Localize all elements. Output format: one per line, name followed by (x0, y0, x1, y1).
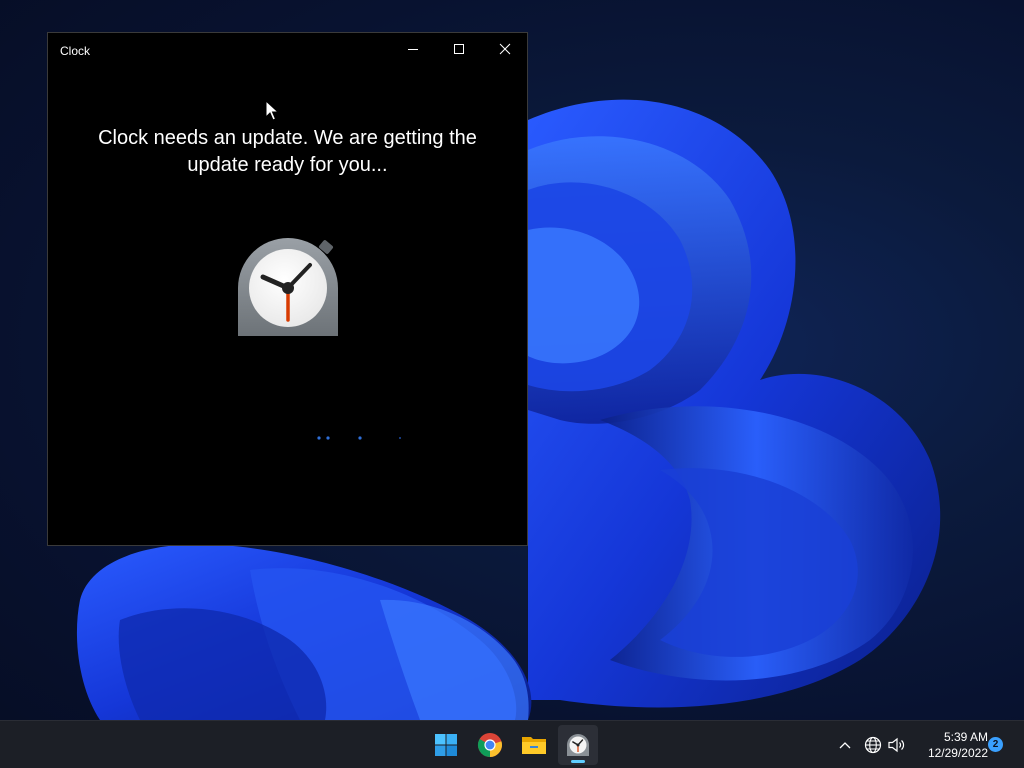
minimize-icon (408, 49, 418, 50)
title-bar[interactable]: Clock (48, 33, 527, 67)
taskbar-clock[interactable] (558, 725, 598, 765)
close-button[interactable] (482, 33, 528, 65)
start-button[interactable] (426, 725, 466, 765)
show-hidden-icons-button[interactable] (834, 733, 856, 757)
date-label: 12/29/2022 (927, 746, 988, 760)
folder-icon (522, 737, 546, 754)
globe-icon (864, 736, 882, 754)
clock-window[interactable]: Clock Clock needs an update. We are gett… (47, 32, 528, 546)
close-icon (499, 43, 511, 55)
network-button[interactable] (862, 733, 884, 757)
time-label: 5:39 AM (943, 730, 988, 744)
progress-dot (326, 436, 330, 440)
maximize-icon (454, 44, 464, 54)
notification-badge[interactable]: 2 (988, 737, 1003, 752)
active-app-indicator (571, 760, 585, 763)
taskbar-chrome[interactable] (470, 725, 510, 765)
progress-dot (358, 436, 362, 440)
volume-button[interactable] (886, 733, 908, 757)
minimize-button[interactable] (390, 33, 436, 65)
taskbar: 5:39 AM 12/29/2022 2 (0, 720, 1024, 768)
chrome-icon (477, 733, 502, 757)
desktop: Clock Clock needs an update. We are gett… (0, 0, 1024, 768)
windows-logo-icon (435, 734, 457, 756)
progress-dot (399, 437, 401, 439)
taskbar-clock-date[interactable]: 5:39 AM 12/29/2022 (912, 729, 988, 761)
progress-dot (317, 436, 321, 440)
clock-app-icon (567, 734, 589, 756)
update-message: Clock needs an update. We are getting th… (98, 127, 477, 176)
clock-app-icon (238, 238, 338, 336)
window-title: Clock (60, 44, 91, 58)
chevron-up-icon (839, 742, 851, 749)
taskbar-file-explorer[interactable] (514, 725, 554, 765)
maximize-button[interactable] (436, 33, 482, 65)
speaker-icon (888, 737, 905, 753)
cursor-icon (265, 100, 279, 121)
